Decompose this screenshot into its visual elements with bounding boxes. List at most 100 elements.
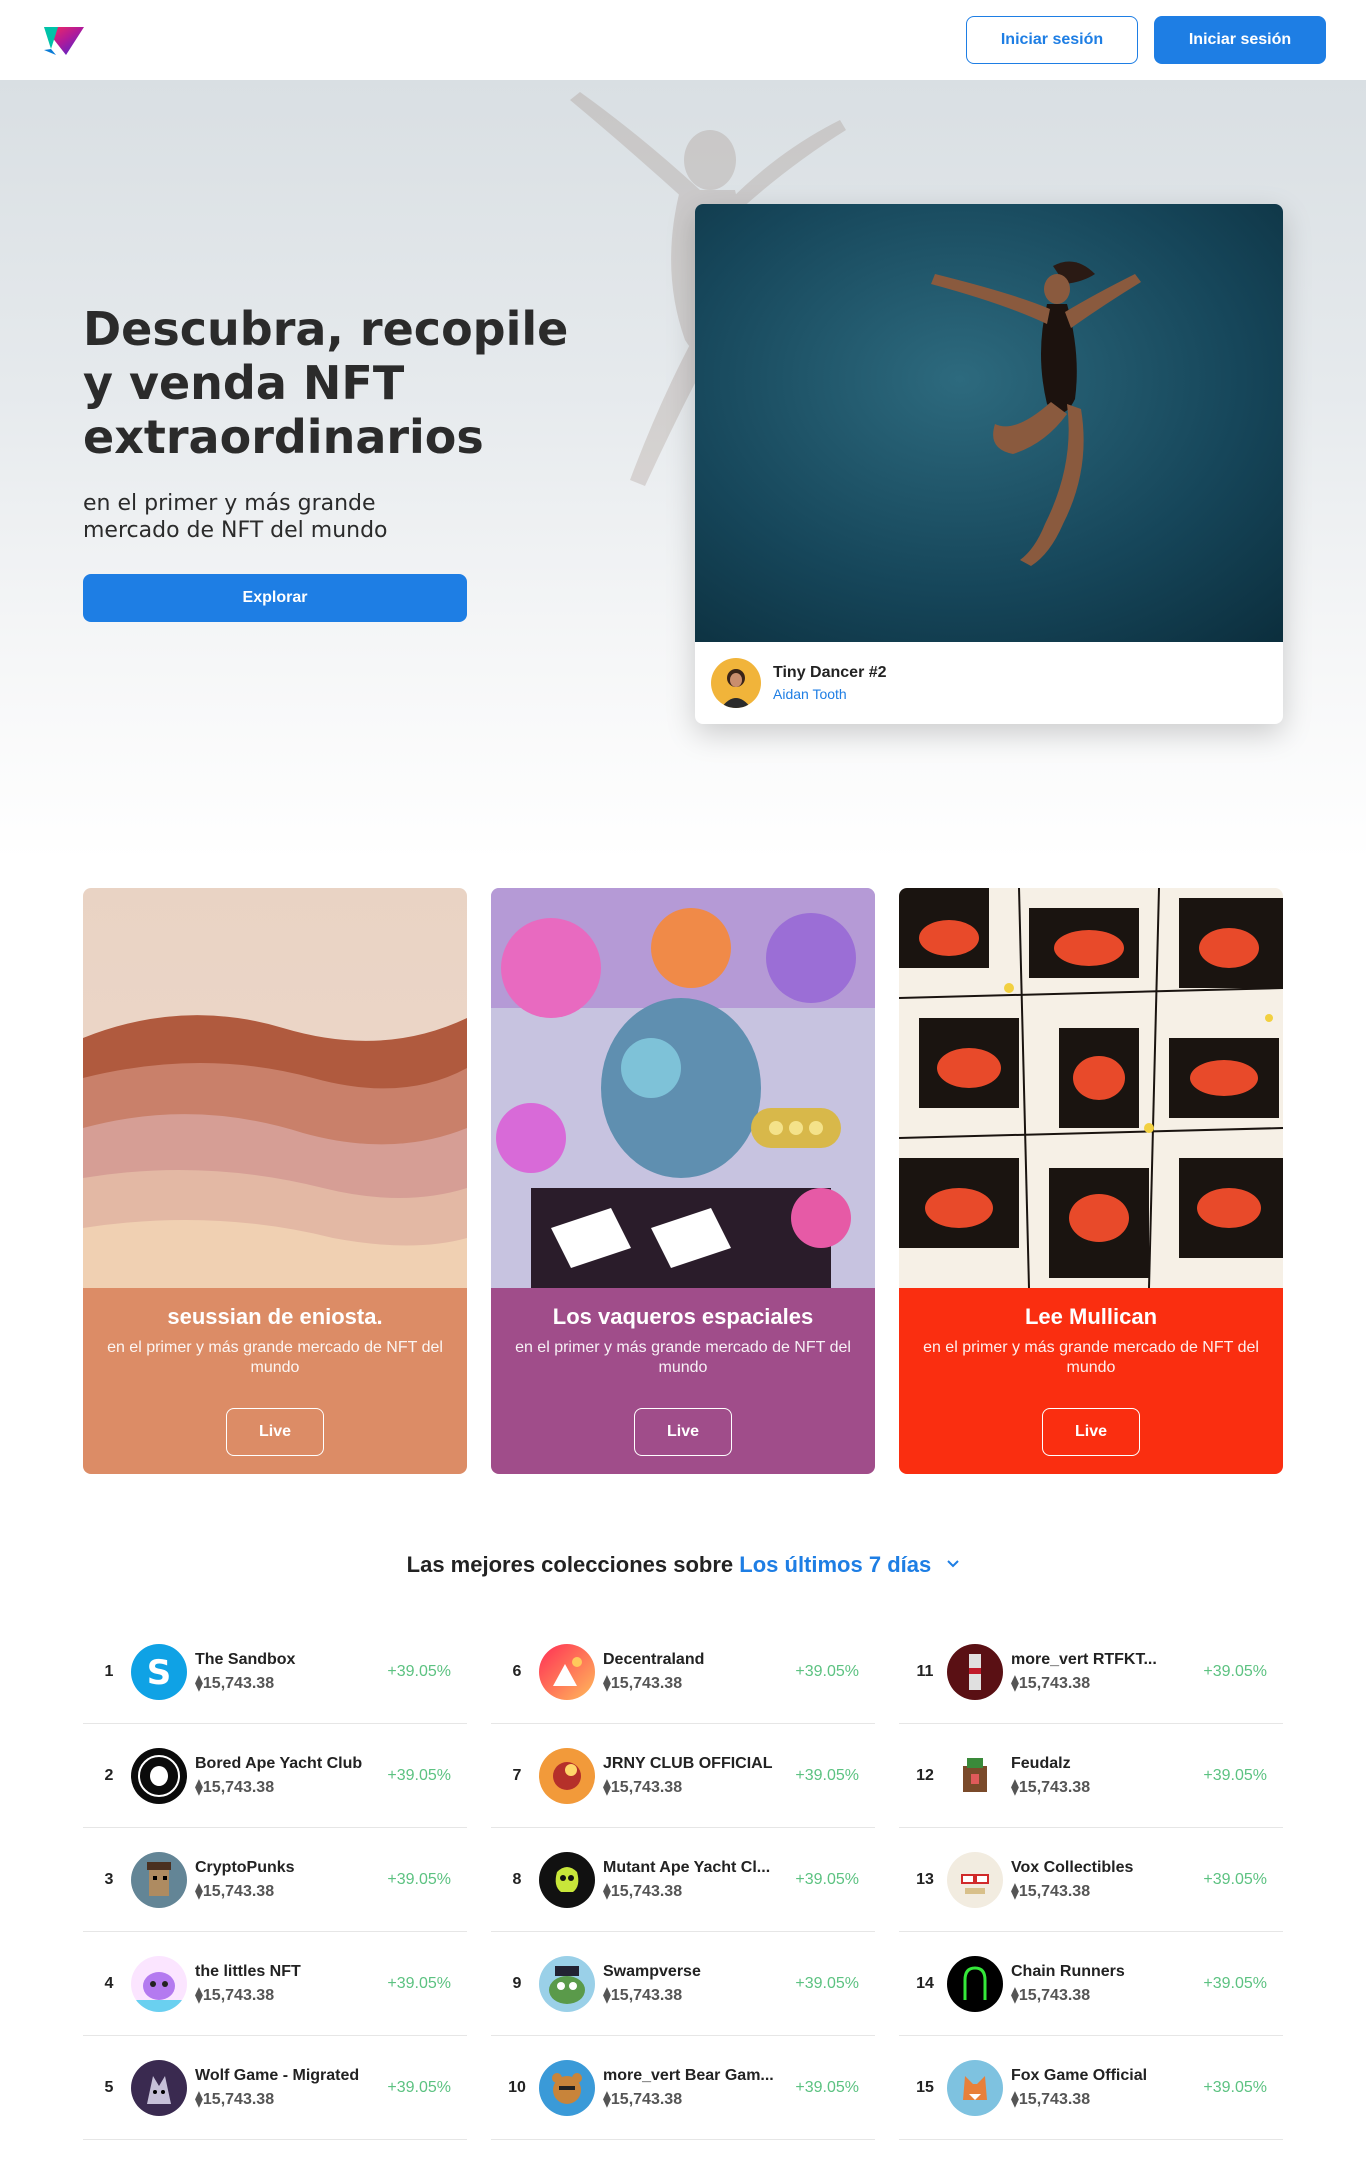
collection-row[interactable]: 14 Chain Runners ⧫15,743.38 +39.05%	[899, 1932, 1283, 2036]
bear-games-icon[interactable]	[539, 2059, 595, 2116]
collection-floor-price: ⧫15,743.38	[603, 1674, 683, 1692]
collection-row[interactable]: 11 more_vert RTFKT... ⧫15,743.38 +39.05%	[899, 1620, 1283, 1724]
explore-button[interactable]: Explorar	[83, 574, 467, 622]
chevron-down-icon[interactable]	[947, 1557, 960, 1569]
collection-name[interactable]: Decentraland	[603, 1651, 793, 1669]
period-selector[interactable]: Los últimos 7 días	[739, 1552, 931, 1577]
drop-live-button[interactable]: Live	[1042, 1408, 1140, 1456]
feudalz-icon[interactable]	[947, 1747, 1003, 1804]
collection-name[interactable]: Feudalz	[1011, 1755, 1201, 1773]
login-outline-button[interactable]: Iniciar sesión	[966, 16, 1138, 64]
drop-card[interactable]: Lee Mullican en el primer y más grande m…	[899, 888, 1283, 1474]
decentraland-logo-icon[interactable]	[539, 1643, 595, 1700]
collection-change: +39.05%	[1203, 1974, 1267, 1992]
drop-live-button[interactable]: Live	[634, 1408, 732, 1456]
rtfkt-icon[interactable]	[947, 1643, 1003, 1700]
collection-name[interactable]: Chain Runners	[1011, 1963, 1201, 1981]
collection-rank: 5	[104, 2078, 114, 2096]
collection-text: more_vert Bear Gam... ⧫15,743.38	[603, 2067, 793, 2109]
chain-runners-icon[interactable]	[947, 1955, 1003, 2012]
collection-name[interactable]: Swampverse	[603, 1963, 793, 1981]
vox-icon[interactable]	[947, 1851, 1003, 1908]
collection-rank: 2	[104, 1766, 114, 1784]
collection-name[interactable]: JRNY CLUB OFFICIAL	[603, 1755, 793, 1773]
collection-row[interactable]: 3 CryptoPunks ⧫15,743.38 +39.05%	[83, 1828, 467, 1932]
swampverse-icon[interactable]	[539, 1955, 595, 2012]
drop-title: seussian de eniosta.	[167, 1304, 383, 1329]
collection-name[interactable]: the littles NFT	[195, 1963, 385, 1981]
collection-text: Bored Ape Yacht Club ⧫15,743.38	[195, 1755, 385, 1797]
collection-rank: 12	[916, 1766, 934, 1784]
brand-logo-icon[interactable]	[44, 23, 84, 57]
sandbox-logo-icon[interactable]: S	[131, 1643, 187, 1700]
littles-icon[interactable]	[131, 1955, 187, 2012]
collection-name[interactable]: more_vert RTFKT...	[1011, 1651, 1201, 1669]
collection-row[interactable]: 13 Vox Collectibles ⧫15,743.38 +39.05%	[899, 1828, 1283, 1932]
featured-nft-image	[695, 204, 1283, 642]
collection-text: The Sandbox ⧫15,743.38	[195, 1651, 385, 1693]
collection-text: more_vert RTFKT... ⧫15,743.38	[1011, 1651, 1201, 1693]
collection-floor-price: ⧫15,743.38	[1011, 2090, 1091, 2108]
drop-title: Los vaqueros espaciales	[552, 1304, 814, 1329]
collection-row[interactable]: 10 more_vert Bear Gam... ⧫15,743.38 +39.05%	[491, 2036, 875, 2140]
artist-avatar[interactable]	[711, 658, 761, 708]
wolf-game-icon[interactable]	[131, 2059, 187, 2116]
mayc-logo-icon[interactable]	[539, 1851, 595, 1908]
hero-section: Descubra, recopile y venda NFT extraordi…	[0, 80, 1366, 860]
collection-floor-price: ⧫15,743.38	[1011, 1986, 1091, 2004]
featured-nft-author-link[interactable]: Aidan Tooth	[773, 686, 887, 702]
collection-row[interactable]: 1 S The Sandbox ⧫15,743.38 +39.05%	[83, 1620, 467, 1724]
collection-name[interactable]: The Sandbox	[195, 1651, 385, 1669]
collection-name[interactable]: CryptoPunks	[195, 1859, 385, 1877]
collection-row[interactable]: 6 Decentraland ⧫15,743.38 +39.05%	[491, 1620, 875, 1724]
collection-name[interactable]: Bored Ape Yacht Club	[195, 1755, 385, 1773]
collection-rank: 1	[104, 1662, 114, 1680]
cryptopunk-icon[interactable]	[131, 1851, 187, 1908]
collection-row[interactable]: 15 Fox Game Official ⧫15,743.38 +39.05%	[899, 2036, 1283, 2140]
collection-rank: 6	[512, 1662, 522, 1680]
jrny-club-icon[interactable]	[539, 1747, 595, 1804]
collection-row[interactable]: 12 Feudalz ⧫15,743.38 +39.05%	[899, 1724, 1283, 1828]
hero-subtitle: en el primer y más grande mercado de NFT…	[83, 491, 388, 543]
collection-change: +39.05%	[387, 2078, 451, 2096]
collection-text: Mutant Ape Yacht Cl... ⧫15,743.38	[603, 1859, 793, 1901]
collection-name[interactable]: Fox Game Official	[1011, 2067, 1201, 2085]
collection-row[interactable]: 5 Wolf Game - Migrated ⧫15,743.38 +39.05%	[83, 2036, 467, 2140]
collection-row[interactable]: 8 Mutant Ape Yacht Cl... ⧫15,743.38 +39.05%	[491, 1828, 875, 1932]
collection-row[interactable]: 9 Swampverse ⧫15,743.38 +39.05%	[491, 1932, 875, 2036]
rankings-column: 1 S The Sandbox ⧫15,743.38 +39.05% 2 Bored Ape…	[83, 1620, 467, 2140]
collection-rank: 15	[916, 2078, 934, 2096]
collection-row[interactable]: 2 Bored Ape Yacht Club ⧫15,743.38 +39.05%	[83, 1724, 467, 1828]
collection-change: +39.05%	[795, 1974, 859, 1992]
featured-nft-card[interactable]: Tiny Dancer #2 Aidan Tooth	[695, 204, 1283, 724]
rankings-column: 11 more_vert RTFKT... ⧫15,743.38 +39.05% 12 F…	[899, 1620, 1283, 2140]
nav-actions: Iniciar sesión Iniciar sesión	[966, 16, 1326, 64]
drop-card[interactable]: seussian de eniosta. en el primer y más …	[83, 888, 467, 1474]
featured-nft-info: Tiny Dancer #2 Aidan Tooth	[695, 642, 1283, 724]
hero-title: Descubra, recopile y venda NFT extraordi…	[83, 302, 569, 464]
collection-floor-price: ⧫15,743.38	[1011, 1882, 1091, 1900]
collection-floor-price: ⧫15,743.38	[195, 2090, 275, 2108]
drop-info: Los vaqueros espaciales en el primer y m…	[491, 1288, 875, 1474]
svg-text:S: S	[147, 1653, 172, 1693]
collection-row[interactable]: 4 the littles NFT ⧫15,743.38 +39.05%	[83, 1932, 467, 2036]
collection-text: Fox Game Official ⧫15,743.38	[1011, 2067, 1201, 2109]
drop-live-button[interactable]: Live	[226, 1408, 324, 1456]
drop-card[interactable]: Los vaqueros espaciales en el primer y m…	[491, 888, 875, 1474]
bayc-logo-icon[interactable]	[131, 1747, 187, 1804]
collection-name[interactable]: more_vert Bear Gam...	[603, 2067, 793, 2085]
collection-rank: 9	[512, 1974, 522, 1992]
collection-rank: 11	[916, 1662, 934, 1680]
collection-rank: 3	[104, 1870, 114, 1888]
collection-floor-price: ⧫15,743.38	[603, 1882, 683, 1900]
collection-text: the littles NFT ⧫15,743.38	[195, 1963, 385, 2005]
collection-change: +39.05%	[1203, 1870, 1267, 1888]
collection-text: CryptoPunks ⧫15,743.38	[195, 1859, 385, 1901]
collection-name[interactable]: Mutant Ape Yacht Cl...	[603, 1859, 793, 1877]
collection-name[interactable]: Vox Collectibles	[1011, 1859, 1201, 1877]
collection-row[interactable]: 7 JRNY CLUB OFFICIAL ⧫15,743.38 +39.05%	[491, 1724, 875, 1828]
collection-name[interactable]: Wolf Game - Migrated	[195, 2067, 385, 2085]
collection-floor-price: ⧫15,743.38	[195, 1986, 275, 2004]
fox-game-icon[interactable]	[947, 2059, 1003, 2116]
login-primary-button[interactable]: Iniciar sesión	[1154, 16, 1326, 64]
